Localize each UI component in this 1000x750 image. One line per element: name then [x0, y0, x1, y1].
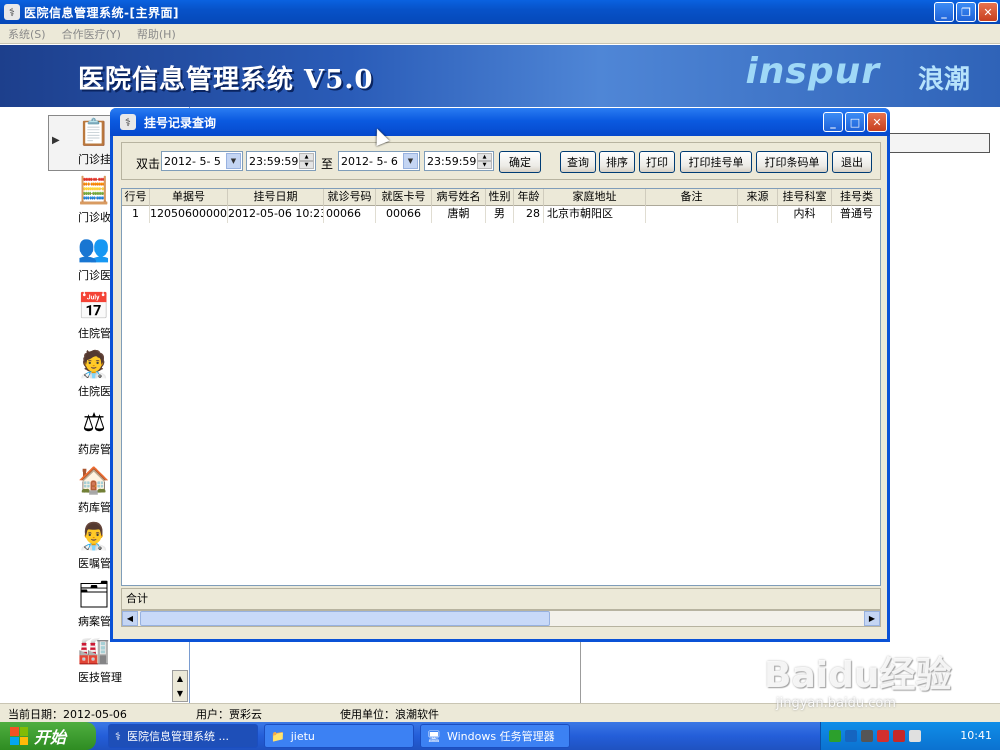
- record-icon: 🗂: [77, 580, 111, 610]
- query-button[interactable]: 查询: [560, 151, 596, 173]
- dialog-title: 挂号记录查询: [144, 115, 217, 130]
- registration-query-dialog: ⚕ 挂号记录查询 _ □ ✕ 双击 2012- 5- 5 ▼ 23:59:59 …: [110, 108, 890, 642]
- query-toolbar: 双击 2012- 5- 5 ▼ 23:59:59 ▲ ▼ 至 2012- 5- 6…: [121, 142, 881, 180]
- scroll-left-icon[interactable]: ◀: [122, 611, 138, 626]
- scroll-thumb[interactable]: [140, 611, 550, 626]
- inpatient-icon: 🧑‍⚕️: [77, 350, 111, 380]
- chevron-down-icon[interactable]: ▼: [226, 153, 241, 169]
- registration-records-table: 行号 单据号 挂号日期 就诊号码 就医卡号 病号姓名 性别 年龄 家庭地址 备注…: [121, 188, 881, 586]
- status-user: 用户：贾彩云: [196, 708, 262, 721]
- baidu-watermark: Baidu经验 jingyan.baidu.com: [762, 646, 992, 718]
- banner-title: 医院信息管理系统 V5.0: [78, 65, 374, 95]
- task-hospital-system[interactable]: ⚕ 医院信息管理系统 ...: [108, 724, 258, 748]
- order-icon: 👨‍⚕️: [77, 522, 111, 552]
- restore-button[interactable]: ❐: [956, 2, 976, 22]
- status-date: 当前日期：2012-05-06: [8, 708, 127, 721]
- cashier-icon: 🧮: [77, 176, 111, 206]
- col-header-department[interactable]: 挂号科室: [778, 189, 832, 206]
- main-window-titlebar[interactable]: ⚕ 医院信息管理系统-[主界面] _ ❐ ✕: [0, 0, 1000, 24]
- col-header-address[interactable]: 家庭地址: [544, 189, 646, 206]
- watermark-logo: Baidu经验: [764, 655, 952, 696]
- horizontal-scrollbar[interactable]: ◀ ▶: [121, 610, 881, 627]
- menu-cooperative-medical[interactable]: 合作医疗(Y): [54, 26, 129, 42]
- registration-icon: 📋: [77, 118, 111, 148]
- tray-antivirus-icon[interactable]: [893, 730, 905, 742]
- dialog-icon: ⚕: [120, 114, 136, 130]
- time-to-spinner[interactable]: ▲ ▼: [477, 153, 492, 169]
- confirm-button[interactable]: 确定: [499, 151, 541, 173]
- chevron-down-icon[interactable]: ▼: [403, 153, 418, 169]
- hospital-icon: ⚕: [115, 729, 121, 743]
- dialog-maximize-button[interactable]: □: [845, 112, 865, 132]
- scroll-right-icon[interactable]: ▶: [864, 611, 880, 626]
- selection-arrow-icon: ▶: [52, 135, 60, 146]
- sidebar-item-medical-tech[interactable]: 🏭 医技管理: [60, 635, 140, 685]
- col-header-source[interactable]: 来源: [738, 189, 778, 206]
- print-barcode-button[interactable]: 打印条码单: [756, 151, 828, 173]
- calendar-icon: 📅: [77, 292, 111, 322]
- col-header-age[interactable]: 年龄: [514, 189, 544, 206]
- tray-network-icon[interactable]: [845, 730, 857, 742]
- folder-icon: 📁: [271, 729, 285, 743]
- lab-icon: 🏭: [77, 636, 111, 666]
- col-header-receipt-no[interactable]: 单据号: [150, 189, 228, 206]
- col-header-register-type[interactable]: 挂号类: [832, 189, 880, 206]
- watermark-url: jingyan.baidu.com: [776, 696, 896, 711]
- close-button[interactable]: ✕: [978, 2, 998, 22]
- col-header-card-no[interactable]: 就医卡号: [376, 189, 432, 206]
- summary-row: 合计: [121, 588, 881, 610]
- col-header-row-no[interactable]: 行号: [122, 189, 150, 206]
- inspur-logo-cn: 浪潮: [917, 65, 970, 95]
- col-header-register-date[interactable]: 挂号日期: [228, 189, 324, 206]
- time-from-input[interactable]: 23:59:59 ▲ ▼: [246, 151, 316, 171]
- table-header: 行号 单据号 挂号日期 就诊号码 就医卡号 病号姓名 性别 年龄 家庭地址 备注…: [122, 189, 880, 206]
- minimize-button[interactable]: _: [934, 2, 954, 22]
- start-button[interactable]: 开始: [0, 722, 96, 750]
- dialog-minimize-button[interactable]: _: [823, 112, 843, 132]
- scale-icon: ⚖: [82, 408, 106, 438]
- warehouse-icon: 🏠: [77, 466, 111, 496]
- tray-volume-icon[interactable]: [909, 730, 921, 742]
- taskbar-clock: 10:41: [960, 729, 992, 742]
- dialog-titlebar[interactable]: ⚕ 挂号记录查询 _ □ ✕: [110, 108, 890, 136]
- main-window-title: 医院信息管理系统-[主界面]: [24, 5, 179, 20]
- print-registration-slip-button[interactable]: 打印挂号单: [680, 151, 752, 173]
- sidebar-scroll-buttons[interactable]: ▲ ▼: [172, 670, 188, 702]
- summary-label: 合计: [126, 592, 148, 605]
- dialog-close-button[interactable]: ✕: [867, 112, 887, 132]
- hospital-icon: ⚕: [4, 4, 20, 20]
- task-manager-icon: 🖥: [427, 729, 441, 743]
- table-row[interactable]: 1 120506000001 2012-05-06 10:23 00066 00…: [122, 206, 880, 223]
- tray-shield-icon[interactable]: [877, 730, 889, 742]
- sort-button[interactable]: 排序: [599, 151, 635, 173]
- tray-green-icon[interactable]: [829, 730, 841, 742]
- menubar: 系统(S) 合作医疗(Y) 帮助(H): [0, 24, 1000, 44]
- windows-logo-icon: [10, 727, 28, 745]
- task-jietu[interactable]: 📁 jietu: [264, 724, 414, 748]
- tray-monitor-icon[interactable]: [861, 730, 873, 742]
- doctor-icon: 👥: [77, 234, 111, 264]
- double-click-label: 双击: [136, 157, 161, 171]
- date-from-picker[interactable]: 2012- 5- 5 ▼: [161, 151, 243, 171]
- col-header-visit-no[interactable]: 就诊号码: [324, 189, 376, 206]
- inspur-logo: inspur: [745, 51, 880, 92]
- menu-system[interactable]: 系统(S): [0, 26, 54, 42]
- exit-button[interactable]: 退出: [832, 151, 872, 173]
- scroll-up-icon[interactable]: ▲: [177, 674, 183, 683]
- col-header-gender[interactable]: 性别: [486, 189, 514, 206]
- time-to-input[interactable]: 23:59:59 ▲ ▼: [424, 151, 494, 171]
- scroll-down-icon[interactable]: ▼: [177, 689, 183, 698]
- task-task-manager[interactable]: 🖥 Windows 任务管理器: [420, 724, 570, 748]
- status-org: 使用单位：浪潮软件: [340, 708, 439, 721]
- date-to-picker[interactable]: 2012- 5- 6 ▼: [338, 151, 420, 171]
- app-banner: 医院信息管理系统 V5.0 inspur 浪潮: [0, 45, 1000, 107]
- print-button[interactable]: 打印: [639, 151, 675, 173]
- windows-taskbar: 开始 ⚕ 医院信息管理系统 ... 📁 jietu 🖥 Windows 任务管理…: [0, 722, 1000, 750]
- to-label: 至: [321, 157, 334, 171]
- menu-help[interactable]: 帮助(H): [129, 26, 184, 42]
- time-from-spinner[interactable]: ▲ ▼: [299, 153, 314, 169]
- col-header-patient-name[interactable]: 病号姓名: [432, 189, 486, 206]
- col-header-remarks[interactable]: 备注: [646, 189, 738, 206]
